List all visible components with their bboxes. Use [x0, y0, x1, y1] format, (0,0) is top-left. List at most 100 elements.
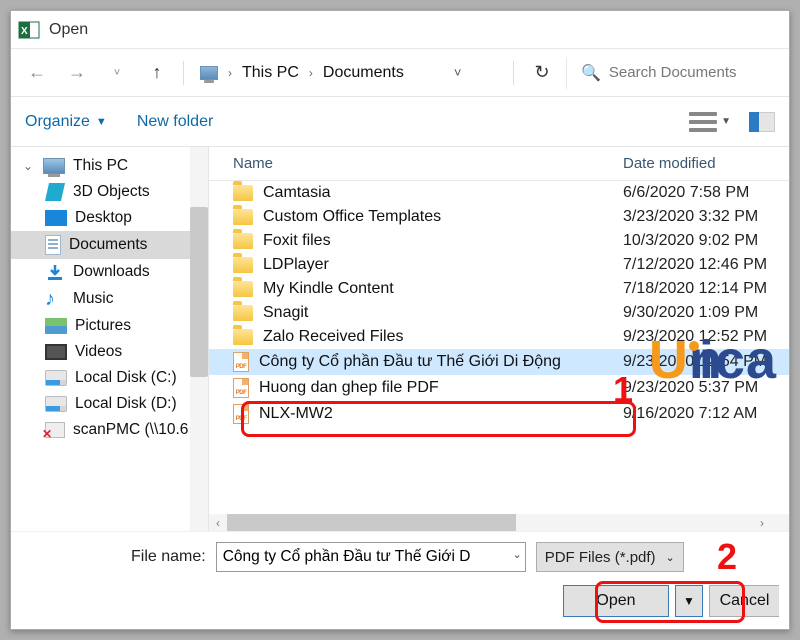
filename-combo[interactable]: ⌄ — [216, 542, 526, 572]
organize-menu[interactable]: Organize ▼ — [25, 113, 107, 131]
annotation-number-1: 1 — [613, 369, 633, 411]
open-split-dropdown[interactable]: ▼ — [675, 585, 703, 617]
scroll-left-icon[interactable]: ‹ — [209, 516, 227, 530]
refresh-button[interactable]: ↻ — [522, 62, 562, 83]
tree-label: Music — [73, 290, 113, 308]
svg-text:X: X — [21, 26, 28, 37]
scrollbar-thumb[interactable] — [227, 514, 516, 532]
tree-label: Videos — [75, 343, 122, 361]
breadcrumb-this-pc[interactable]: This PC — [242, 64, 299, 82]
file-name: Snagit — [263, 304, 308, 322]
file-name: Huong dan ghep file PDF — [259, 379, 439, 397]
folder-icon — [233, 281, 253, 297]
column-name[interactable]: Name — [233, 155, 623, 172]
titlebar: X Open — [11, 11, 789, 49]
chevron-down-icon: ▼ — [721, 116, 731, 127]
search-box[interactable]: 🔍 Search Documents — [566, 57, 781, 89]
breadcrumb-dropdown[interactable]: ˅ — [454, 65, 462, 80]
tree-label: scanPMC (\\10.6 — [73, 421, 188, 439]
file-date: 7/12/2020 12:46 PM — [623, 256, 779, 274]
column-headers: Name Date modified — [209, 147, 789, 181]
file-name: Camtasia — [263, 184, 331, 202]
pdf-icon — [233, 404, 249, 424]
tree-network-scanpmc[interactable]: scanPMC (\\10.6 — [11, 417, 208, 443]
tree-this-pc[interactable]: This PC — [11, 153, 208, 179]
scrollbar-track[interactable] — [227, 514, 753, 532]
back-button[interactable]: ← — [19, 55, 55, 91]
tree-downloads[interactable]: Downloads — [11, 259, 208, 285]
breadcrumb-documents[interactable]: Documents — [323, 64, 404, 82]
pdf-icon — [233, 378, 249, 398]
expand-icon[interactable] — [21, 159, 35, 173]
folder-icon — [233, 233, 253, 249]
three-d-icon — [45, 183, 65, 201]
chevron-right-icon[interactable]: › — [228, 66, 232, 80]
filename-input[interactable] — [216, 542, 526, 572]
tree-label: Pictures — [75, 317, 131, 335]
folder-icon — [233, 257, 253, 273]
file-row[interactable]: Foxit files10/3/2020 9:02 PM — [209, 229, 789, 253]
excel-icon: X — [17, 18, 41, 42]
organize-label: Organize — [25, 113, 90, 131]
file-name: LDPlayer — [263, 256, 329, 274]
folder-icon — [233, 185, 253, 201]
search-placeholder: Search Documents — [609, 64, 737, 81]
chevron-right-icon[interactable]: › — [309, 66, 313, 80]
this-pc-icon — [43, 158, 65, 174]
file-date: 3/23/2020 3:32 PM — [623, 208, 779, 226]
view-mode-button[interactable]: ▼ — [689, 112, 731, 132]
file-row[interactable]: Custom Office Templates 3/23/2020 3:32 PM — [209, 205, 789, 229]
tree-desktop[interactable]: Desktop — [11, 205, 208, 231]
tree-label: 3D Objects — [73, 183, 150, 201]
unica-watermark: Unica — [649, 329, 777, 391]
file-row[interactable]: NLX-MW29/16/2020 7:12 AM — [209, 401, 789, 427]
file-name: NLX-MW2 — [259, 405, 333, 423]
disk-icon — [45, 396, 67, 412]
tree-local-disk-d[interactable]: Local Disk (D:) — [11, 391, 208, 417]
scrollbar-corner — [771, 514, 789, 532]
file-name: Foxit files — [263, 232, 331, 250]
breadcrumb[interactable]: › This PC › Documents ˅ — [192, 64, 469, 82]
scroll-right-icon[interactable]: › — [753, 516, 771, 530]
tree-label: This PC — [73, 157, 128, 175]
tree-music[interactable]: ♪Music — [11, 285, 208, 313]
cancel-button[interactable]: Cancel — [709, 585, 779, 617]
file-row[interactable]: LDPlayer 7/12/2020 12:46 PM — [209, 253, 789, 277]
open-dialog: X Open ← → ˅ ↑ › This PC › Documents ˅ ↻… — [10, 10, 790, 630]
desktop-icon — [45, 210, 67, 226]
column-date-modified[interactable]: Date modified — [623, 155, 779, 172]
tree-pictures[interactable]: Pictures — [11, 313, 208, 339]
folder-icon — [233, 305, 253, 321]
window-title: Open — [49, 21, 88, 39]
tree-label: Documents — [69, 236, 147, 254]
up-button[interactable]: ↑ — [139, 55, 175, 91]
file-type-filter[interactable]: PDF Files (*.pdf) ⌄ — [536, 542, 684, 572]
tree-videos[interactable]: Videos — [11, 339, 208, 365]
recent-dropdown[interactable]: ˅ — [99, 55, 135, 91]
toolbar: Organize ▼ New folder ▼ — [11, 97, 789, 147]
file-row[interactable]: Camtasia 6/6/2020 7:58 PM — [209, 181, 789, 205]
tree-label: Local Disk (C:) — [75, 369, 177, 387]
file-row[interactable]: My Kindle Content7/18/2020 12:14 PM — [209, 277, 789, 301]
scrollbar-thumb[interactable] — [190, 207, 208, 377]
tree-documents[interactable]: Documents — [11, 231, 208, 259]
chevron-down-icon: ▼ — [96, 116, 107, 128]
tree-label: Downloads — [73, 263, 150, 281]
tree-local-disk-c[interactable]: Local Disk (C:) — [11, 365, 208, 391]
file-date: 6/6/2020 7:58 PM — [623, 184, 779, 202]
chevron-down-icon[interactable]: ⌄ — [512, 548, 521, 561]
tree-3d-objects[interactable]: 3D Objects — [11, 179, 208, 205]
file-name: Custom Office Templates — [263, 208, 441, 226]
open-button[interactable]: Open — [563, 585, 669, 617]
file-date: 7/18/2020 12:14 PM — [623, 280, 779, 298]
chevron-down-icon: ⌄ — [665, 551, 674, 564]
tree-scrollbar[interactable] — [190, 147, 208, 532]
file-name: Công ty Cổ phần Đầu tư Thế Giới Di Động — [259, 353, 561, 371]
preview-pane-button[interactable] — [749, 112, 775, 132]
separator — [513, 61, 514, 85]
navbar: ← → ˅ ↑ › This PC › Documents ˅ ↻ 🔍 Sear… — [11, 49, 789, 97]
horizontal-scrollbar[interactable]: ‹ › — [209, 514, 771, 532]
file-row[interactable]: Snagit9/30/2020 1:09 PM — [209, 301, 789, 325]
new-folder-button[interactable]: New folder — [137, 113, 213, 131]
videos-icon — [45, 344, 67, 360]
